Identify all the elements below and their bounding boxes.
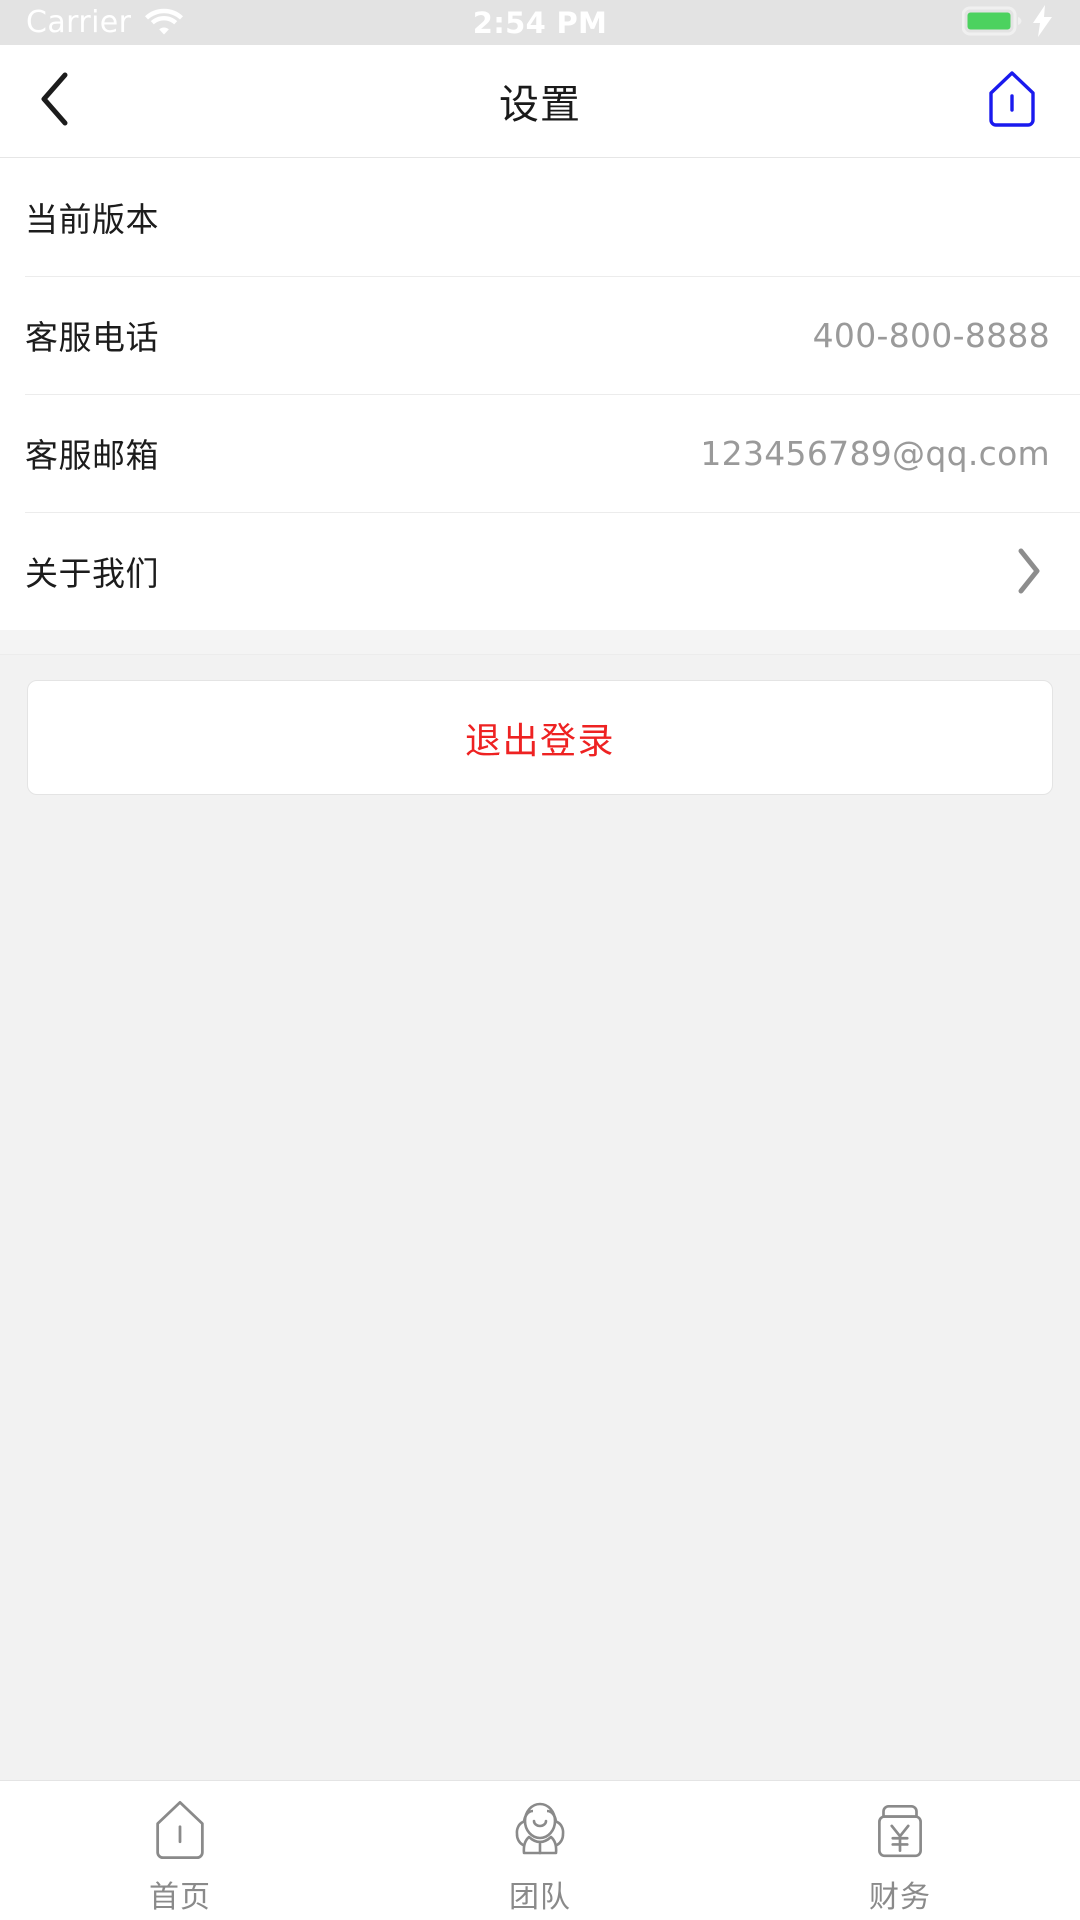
row-value: 400-800-8888 <box>812 315 1050 355</box>
wifi-icon <box>145 7 184 39</box>
status-bar: Carrier 2:54 PM <box>0 0 1080 45</box>
row-label: 客服电话 <box>25 318 159 357</box>
carrier-label: Carrier <box>26 5 132 40</box>
empty-content-area <box>0 795 1080 1780</box>
row-value: 123456789@qq.com <box>700 433 1050 473</box>
back-button[interactable] <box>0 45 110 158</box>
tab-finance[interactable]: 财务 <box>720 1781 1080 1920</box>
logout-button-label: 退出登录 <box>464 720 615 762</box>
list-item-service-email[interactable]: 客服邮箱 123456789@qq.com <box>0 394 1080 512</box>
tab-team[interactable]: 团队 <box>360 1781 720 1920</box>
tab-label: 团队 <box>509 1879 571 1915</box>
list-item-about-us[interactable]: 关于我们 <box>0 512 1080 630</box>
tab-home[interactable]: 首页 <box>0 1781 360 1920</box>
status-bar-right <box>961 4 1054 41</box>
team-people-icon <box>507 1794 573 1866</box>
lightning-bolt-icon <box>1032 4 1054 41</box>
navigation-bar: 设置 <box>0 45 1080 158</box>
chevron-left-icon <box>38 72 72 130</box>
home-button[interactable] <box>970 45 1080 158</box>
row-label: 当前版本 <box>25 200 159 239</box>
settings-list: 当前版本 客服电话 400-800-8888 客服邮箱 123456789@qq… <box>0 158 1080 630</box>
row-label: 客服邮箱 <box>25 436 159 475</box>
logout-section: 退出登录 <box>0 655 1080 795</box>
battery-full-icon <box>961 6 1024 40</box>
bottom-tab-bar: 首页 团队 财务 <box>0 1780 1080 1920</box>
row-label: 关于我们 <box>25 554 159 593</box>
section-gap <box>0 630 1080 655</box>
tab-label: 财务 <box>869 1879 931 1915</box>
chevron-right-icon <box>1016 548 1050 594</box>
home-outline-icon <box>150 1794 210 1866</box>
phone-screen: Carrier 2:54 PM 设置 当前版本 客服电话 400-800-888… <box>0 0 1080 1920</box>
logout-button[interactable]: 退出登录 <box>27 680 1053 795</box>
home-outline-icon <box>984 68 1040 134</box>
wallet-yuan-icon <box>870 1794 930 1866</box>
status-bar-left: Carrier <box>26 5 184 40</box>
list-item-current-version[interactable]: 当前版本 <box>0 158 1080 276</box>
list-item-service-phone[interactable]: 客服电话 400-800-8888 <box>0 276 1080 394</box>
tab-label: 首页 <box>149 1879 211 1915</box>
page-title: 设置 <box>499 82 581 128</box>
